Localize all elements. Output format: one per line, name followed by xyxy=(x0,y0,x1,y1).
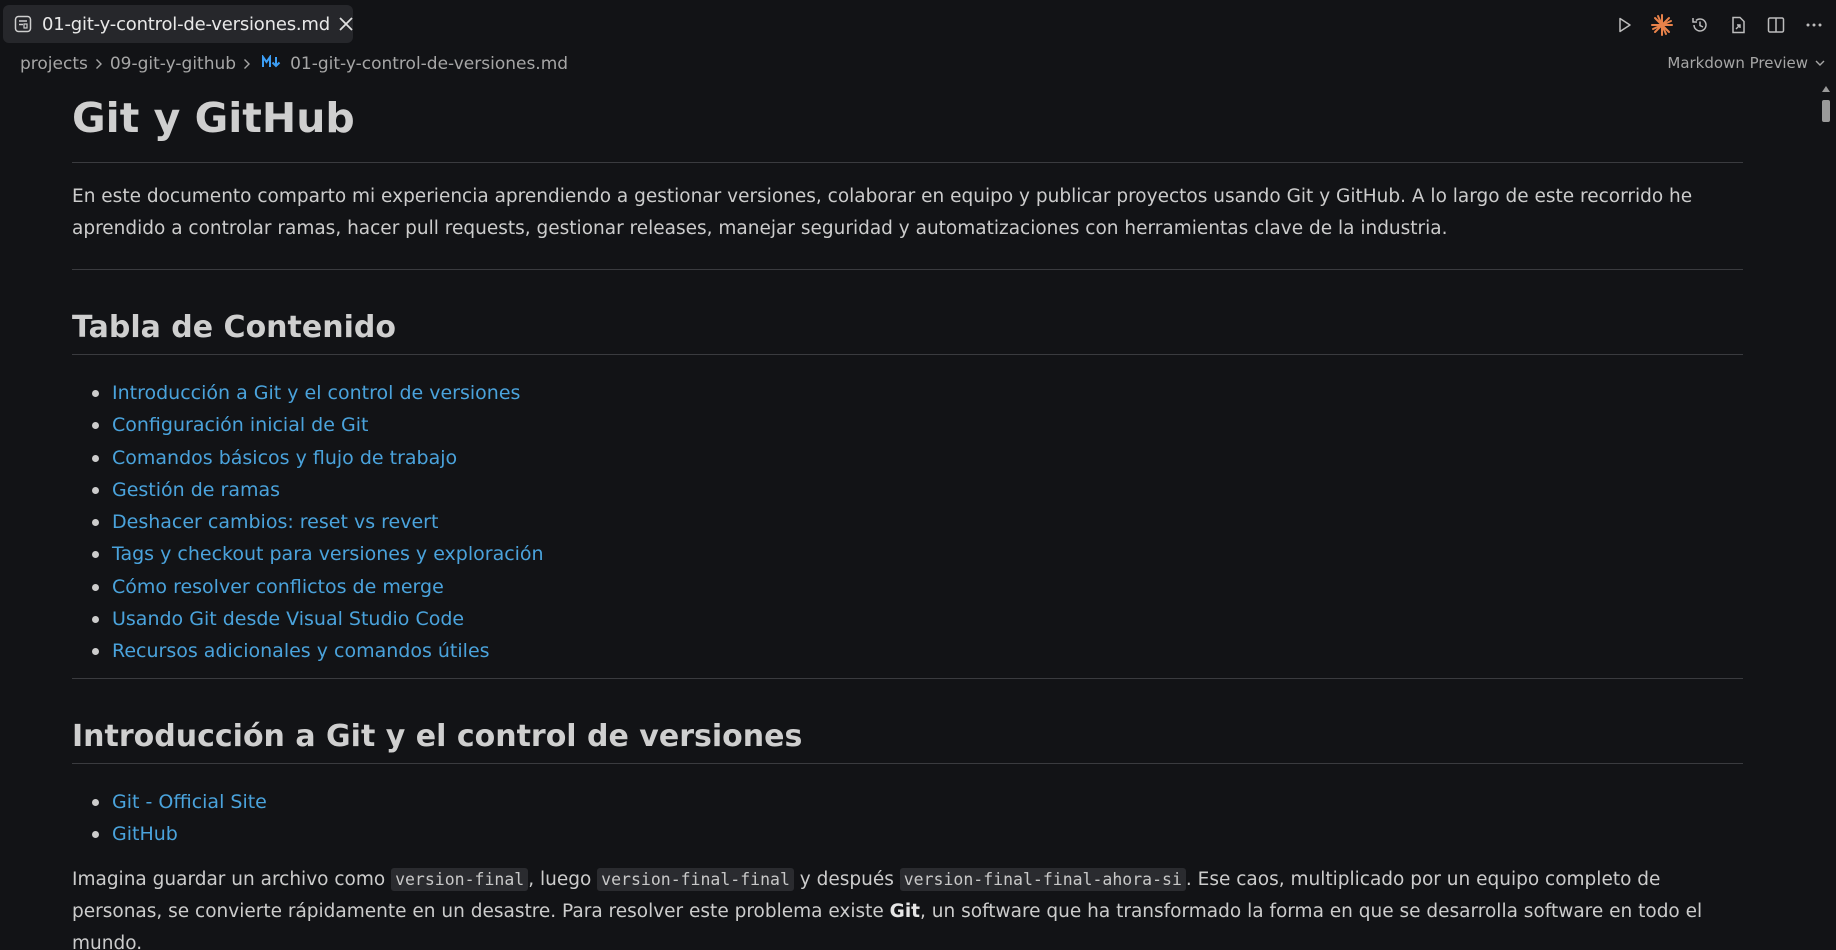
markdown-preview-label: Markdown Preview xyxy=(1667,54,1808,72)
divider xyxy=(72,269,1743,270)
breadcrumb-item-projects[interactable]: projects xyxy=(20,54,88,74)
list-item: Comandos básicos y flujo de trabajo xyxy=(92,442,1743,474)
list-item: Configuración inicial de Git xyxy=(92,409,1743,441)
tab-title: 01-git-y-control-de-versiones.md xyxy=(42,13,330,35)
intro-paragraph: En este documento comparto mi experienci… xyxy=(72,186,1693,239)
toc-link[interactable]: Usando Git desde Visual Studio Code xyxy=(112,608,464,630)
markdown-preview-dropdown[interactable]: Markdown Preview xyxy=(1667,54,1826,72)
sparkle-icon[interactable] xyxy=(1650,13,1674,37)
divider xyxy=(72,677,1743,679)
breadcrumb: projects 09-git-y-github 01-git-y-contro… xyxy=(20,52,568,76)
toc-link[interactable]: Comandos básicos y flujo de trabajo xyxy=(112,447,457,469)
more-actions-icon[interactable] xyxy=(1802,13,1826,37)
list-item: Cómo resolver conflictos de merge xyxy=(92,571,1743,603)
list-item: Usando Git desde Visual Studio Code xyxy=(92,603,1743,635)
toc-link[interactable]: Deshacer cambios: reset vs revert xyxy=(112,511,438,533)
editor-tab[interactable]: 01-git-y-control-de-versiones.md xyxy=(3,5,353,43)
markdown-preview-content: Git y GitHub En este documento comparto … xyxy=(72,90,1743,950)
toc-link[interactable]: Introducción a Git y el control de versi… xyxy=(112,382,520,404)
breadcrumb-item-folder[interactable]: 09-git-y-github xyxy=(110,54,236,74)
scrollbar-thumb[interactable] xyxy=(1822,100,1830,122)
toc-heading: Tabla de Contenido xyxy=(72,306,1743,355)
git-official-site-link[interactable]: Git - Official Site xyxy=(112,791,267,813)
list-item: Deshacer cambios: reset vs revert xyxy=(92,506,1743,538)
inline-code: version-final xyxy=(391,868,529,892)
breadcrumb-item-file[interactable]: 01-git-y-control-de-versiones.md xyxy=(290,54,568,74)
play-icon[interactable] xyxy=(1612,13,1636,37)
body-paragraph: Imagina guardar un archivo como version-… xyxy=(72,864,1743,950)
open-source-icon[interactable] xyxy=(1726,13,1750,37)
toc-link[interactable]: Configuración inicial de Git xyxy=(112,414,368,436)
chevron-right-icon xyxy=(244,59,251,69)
list-item: Introducción a Git y el control de versi… xyxy=(92,377,1743,409)
split-editor-icon[interactable] xyxy=(1764,13,1788,37)
paragraph-text: Imagina guardar un archivo como xyxy=(72,869,392,891)
github-link[interactable]: GitHub xyxy=(112,823,178,845)
list-item: Tags y checkout para versiones y explora… xyxy=(92,538,1743,570)
list-item: GitHub xyxy=(92,818,1743,850)
toc-list: Introducción a Git y el control de versi… xyxy=(72,377,1743,668)
list-item: Recursos adicionales y comandos útiles xyxy=(92,635,1743,667)
history-icon[interactable] xyxy=(1688,13,1712,37)
bold-text: Git xyxy=(889,901,921,923)
toc-link[interactable]: Tags y checkout para versiones y explora… xyxy=(112,543,544,565)
editor-tab-bar: 01-git-y-control-de-versiones.md xyxy=(0,0,1836,50)
paragraph-text: y después xyxy=(793,869,900,891)
preview-icon xyxy=(13,14,33,34)
list-item: Git - Official Site xyxy=(92,786,1743,818)
close-icon[interactable] xyxy=(336,14,356,34)
chevron-right-icon xyxy=(95,59,102,69)
toc-link[interactable]: Cómo resolver conflictos de merge xyxy=(112,576,444,598)
toc-link[interactable]: Recursos adicionales y comandos útiles xyxy=(112,640,490,662)
page-title: Git y GitHub xyxy=(72,90,1743,163)
resource-links-list: Git - Official Site GitHub xyxy=(72,786,1743,851)
inline-code: version-final-final xyxy=(597,868,794,892)
inline-code: version-final-final-ahora-si xyxy=(899,868,1186,892)
editor-actions xyxy=(1612,12,1826,38)
scroll-up-icon[interactable] xyxy=(1822,86,1830,92)
paragraph-text: , luego xyxy=(528,869,598,891)
section-heading: Introducción a Git y el control de versi… xyxy=(72,715,1743,764)
vertical-scrollbar[interactable] xyxy=(1816,82,1836,950)
list-item: Gestión de ramas xyxy=(92,474,1743,506)
markdown-icon xyxy=(262,53,282,73)
toc-link[interactable]: Gestión de ramas xyxy=(112,479,280,501)
chevron-down-icon xyxy=(1815,60,1825,66)
